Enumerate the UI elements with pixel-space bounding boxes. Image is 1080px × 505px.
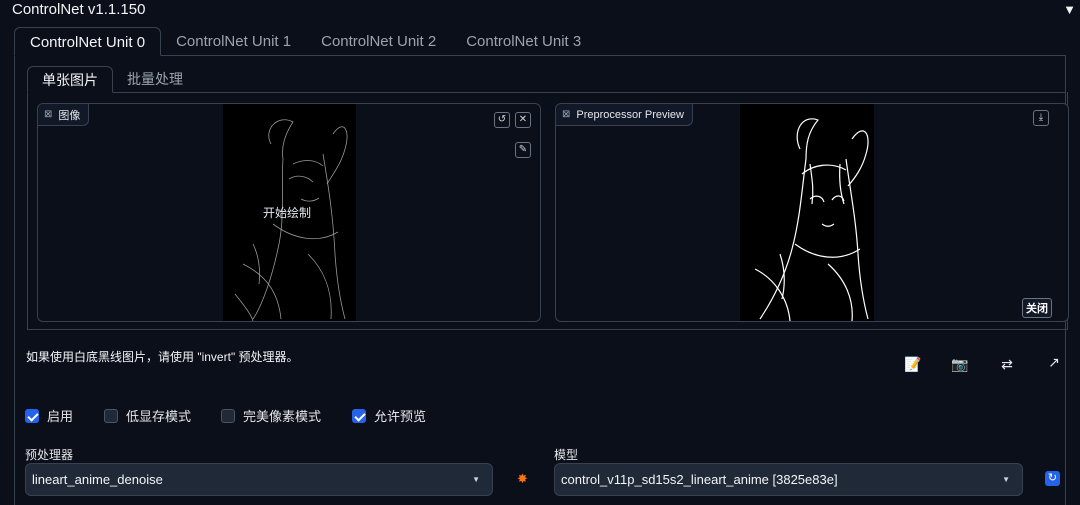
- checkbox-pixel-perfect-box[interactable]: [221, 408, 235, 423]
- tab-unit-1[interactable]: ControlNet Unit 1: [161, 27, 306, 56]
- image-label: ⊠ 图像: [38, 104, 90, 126]
- download-icon[interactable]: ⤓: [1033, 110, 1049, 126]
- chevron-down-icon: ▼: [1002, 475, 1010, 484]
- tab-single-image[interactable]: 单张图片: [27, 66, 113, 93]
- preview-label: ⊠ Preprocessor Preview: [556, 104, 693, 126]
- close-icon[interactable]: ✕: [515, 112, 531, 128]
- preprocessor-preview-area: ⊠ Preprocessor Preview ⤓ 关闭: [555, 103, 1069, 322]
- model-value: control_v11p_sd15s2_lineart_anime [3825e…: [561, 472, 838, 487]
- preview-lineart-drawing: [754, 118, 869, 321]
- close-preview-button[interactable]: 关闭: [1022, 298, 1052, 318]
- preview-lineart-image: [740, 104, 874, 321]
- tab-unit-3[interactable]: ControlNet Unit 3: [451, 27, 596, 56]
- checkbox-enable-box[interactable]: [25, 408, 39, 423]
- pixel-perfect-checkbox[interactable]: 完美像素模式: [221, 406, 321, 425]
- image-input-area[interactable]: ⊠ 图像 开始绘制 ↺ ✕ ✎: [37, 103, 541, 322]
- invert-hint-text: 如果使用白底黑线图片，请使用 "invert" 预处理器。: [26, 350, 299, 364]
- checkbox-low-vram-box[interactable]: [104, 408, 118, 423]
- image-icon: ⊠: [562, 109, 571, 120]
- tab-unit-0[interactable]: ControlNet Unit 0: [14, 27, 162, 56]
- chevron-down-icon: ▼: [472, 475, 480, 484]
- low-vram-checkbox[interactable]: 低显存模式: [104, 406, 191, 425]
- brush-icon[interactable]: ✎: [515, 142, 531, 158]
- image-icon: ⊠: [44, 109, 53, 120]
- start-drawing-text[interactable]: 开始绘制: [263, 204, 311, 221]
- send-dimensions-icon[interactable]: ↗: [1045, 354, 1063, 371]
- controlnet-title[interactable]: ControlNet v1.1.150: [12, 1, 145, 18]
- preprocessor-label: 预处理器: [25, 448, 74, 462]
- mode-tabs: 单张图片 批量处理: [27, 66, 197, 93]
- camera-icon[interactable]: 📷: [951, 356, 969, 373]
- checkbox-allow-preview-box[interactable]: [352, 408, 366, 423]
- enable-checkbox[interactable]: 启用: [25, 406, 73, 425]
- unit-tabs: ControlNet Unit 0 ControlNet Unit 1 Cont…: [14, 27, 596, 56]
- new-canvas-icon[interactable]: 📝: [904, 356, 922, 373]
- preprocessor-value: lineart_anime_denoise: [32, 472, 163, 487]
- run-preprocessor-icon[interactable]: ✸: [517, 471, 528, 487]
- refresh-models-icon[interactable]: ↻: [1045, 471, 1060, 486]
- model-select[interactable]: control_v11p_sd15s2_lineart_anime [3825e…: [554, 463, 1023, 496]
- tab-batch[interactable]: 批量处理: [113, 66, 197, 93]
- collapse-triangle-icon[interactable]: ▼: [1063, 2, 1076, 17]
- allow-preview-checkbox[interactable]: 允许预览: [352, 406, 426, 425]
- model-label: 模型: [554, 448, 579, 462]
- tab-unit-2[interactable]: ControlNet Unit 2: [306, 27, 451, 56]
- preprocessor-select[interactable]: lineart_anime_denoise ▼: [25, 463, 493, 496]
- undo-icon[interactable]: ↺: [494, 112, 510, 128]
- swap-icon[interactable]: ⇄: [998, 356, 1016, 373]
